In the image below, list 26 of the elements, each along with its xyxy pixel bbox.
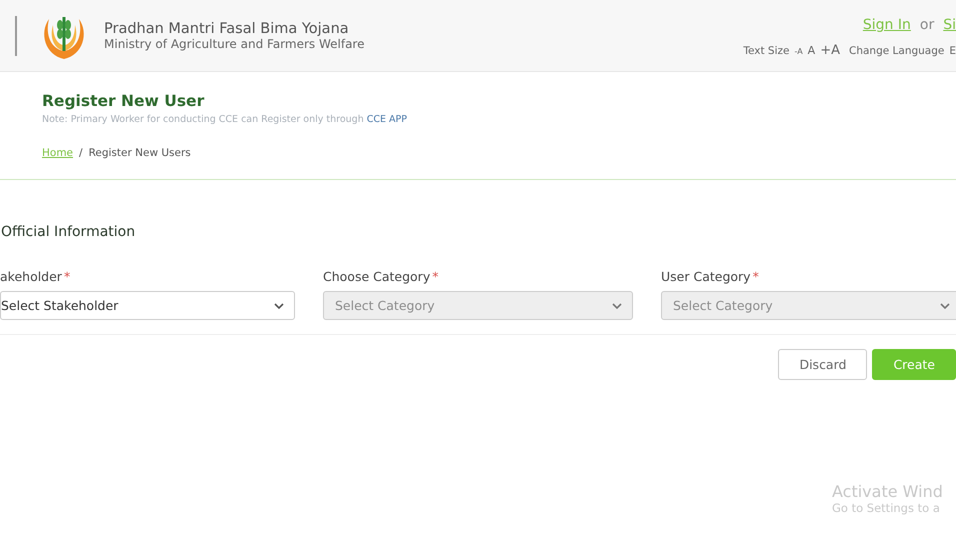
site-subtitle: Ministry of Agriculture and Farmers Welfare — [104, 36, 364, 50]
auth-separator: or — [920, 17, 934, 33]
breadcrumb-item: Register New Users — [88, 147, 191, 159]
chevron-down-icon — [274, 302, 284, 308]
breadcrumb-separator: / — [79, 147, 83, 159]
note-text: Note: Primary Worker for conducting CCE can Register only through CCE APP — [42, 114, 408, 125]
select-field[interactable]: Select Stakeholder — [0, 291, 295, 320]
field-label: User Category * — [661, 269, 760, 284]
required-mark: * — [432, 269, 438, 284]
site-title: Pradhan Mantri Fasal Bima Yojana — [104, 20, 350, 36]
language-label: Change Language — [849, 45, 944, 57]
discard-button[interactable]: Discard — [778, 349, 868, 380]
cce-app-link[interactable]: CCE APP — [366, 114, 408, 125]
chevron-down-icon — [940, 302, 950, 308]
field-label: Choose Category * — [323, 269, 440, 284]
text-size-option[interactable]: -A — [794, 47, 803, 56]
required-mark: * — [752, 269, 759, 284]
text-size-label: Text Size — [743, 45, 790, 57]
text-size-option[interactable]: A — [808, 44, 816, 57]
section-title: Official Information — [1, 224, 136, 240]
page-title: Register New User — [42, 92, 206, 110]
field-label: akeholder * — [0, 269, 72, 284]
language-value[interactable]: E — [949, 45, 956, 57]
required-mark: * — [64, 269, 70, 284]
chevron-down-icon — [612, 302, 622, 308]
text-size-option[interactable]: +A — [820, 43, 840, 58]
